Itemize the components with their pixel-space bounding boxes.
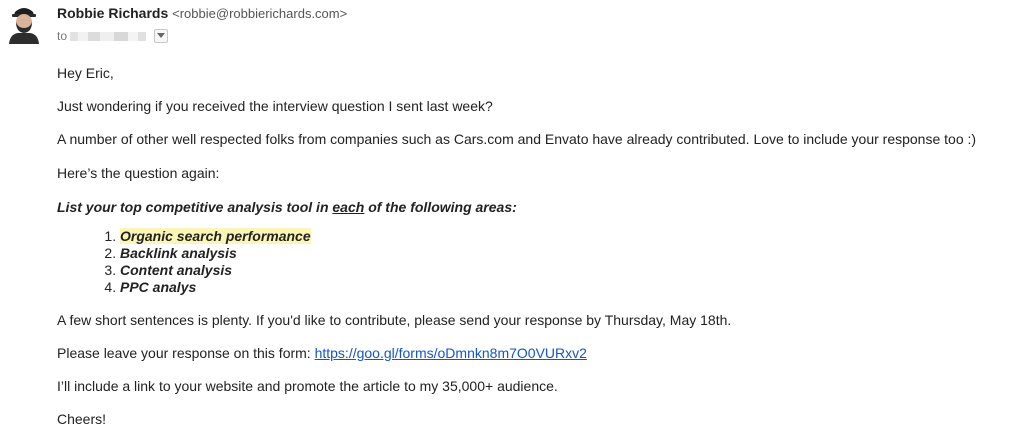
greeting: Hey Eric,	[57, 65, 114, 81]
form-link[interactable]: https://goo.gl/forms/oDmnkn8m7O0VURxv2	[315, 345, 587, 361]
recipient-line: to	[57, 28, 169, 44]
avatar-icon	[6, 2, 42, 44]
email-header: Robbie Richards <robbie@robbierichards.c…	[57, 4, 347, 23]
list-item: Content analysis	[120, 262, 311, 279]
sender-name[interactable]: Robbie Richards	[57, 5, 168, 21]
list-item-label: Organic search performance	[120, 228, 311, 244]
list-item: PPC analys	[120, 279, 311, 296]
question-emphasis: each	[332, 199, 365, 215]
areas-list: Organic search performance Backlink anal…	[57, 228, 311, 296]
question-text: of the following areas:	[364, 199, 517, 215]
sender-email: <robbie@robbierichards.com>	[172, 6, 348, 21]
body-paragraph: Just wondering if you received the inter…	[57, 98, 493, 114]
question-text: List your top competitive analysis tool …	[57, 199, 333, 215]
sender-avatar[interactable]	[6, 2, 42, 44]
signoff: Cheers!	[57, 411, 107, 427]
to-label: to	[57, 29, 68, 43]
body-paragraph: Here’s the question again:	[57, 165, 220, 181]
body-paragraph: I’ll include a link to your website and …	[57, 378, 558, 394]
redacted-recipient	[70, 31, 147, 41]
form-prompt: Please leave your response on this form:	[57, 345, 315, 361]
body-paragraph: A number of other well respected folks f…	[57, 131, 977, 147]
list-item-label: Content analysis	[120, 262, 233, 278]
interview-question: List your top competitive analysis tool …	[57, 198, 517, 216]
list-item: Organic search performance	[120, 228, 311, 245]
list-item-label: PPC analys	[120, 279, 197, 295]
list-item-label: Backlink analysis	[120, 245, 237, 261]
body-paragraph: A few short sentences is plenty. If you'…	[57, 312, 732, 328]
recipient-details-dropdown[interactable]	[154, 29, 169, 43]
form-paragraph: Please leave your response on this form:…	[57, 344, 587, 362]
list-item: Backlink analysis	[120, 245, 311, 262]
chevron-down-icon	[157, 33, 166, 38]
